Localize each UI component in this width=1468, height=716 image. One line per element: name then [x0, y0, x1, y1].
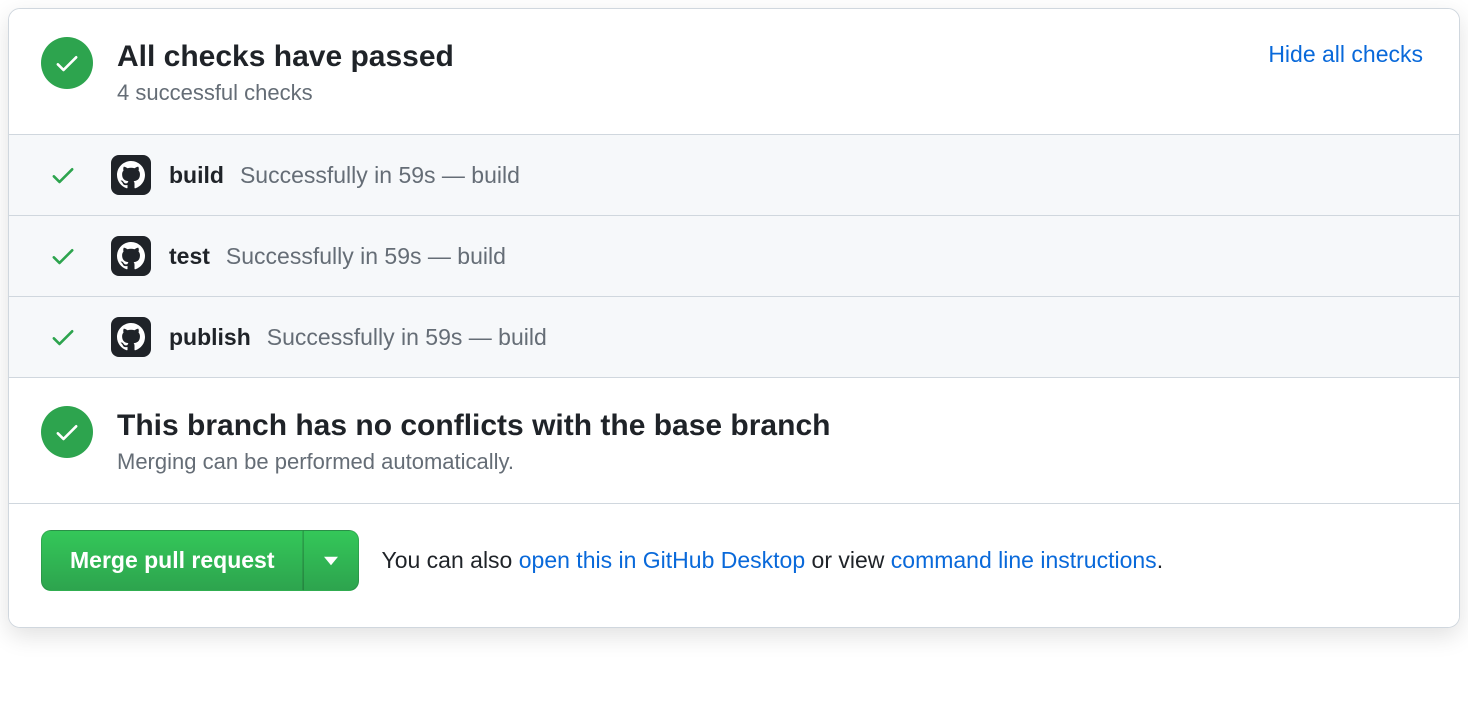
merge-status-subtitle: Merging can be performed automatically. [117, 449, 1423, 475]
check-row[interactable]: build Successfully in 59s — build [9, 135, 1459, 216]
merge-status-text: This branch has no conflicts with the ba… [117, 406, 1423, 475]
checks-header: All checks have passed 4 successful chec… [9, 9, 1459, 134]
merge-options-dropdown[interactable] [303, 530, 359, 591]
merge-pull-request-button[interactable]: Merge pull request [41, 530, 303, 591]
checks-title: All checks have passed [117, 37, 1268, 76]
caret-down-icon [324, 556, 338, 566]
merge-status-header: This branch has no conflicts with the ba… [9, 378, 1459, 504]
merge-footer: Merge pull request You can also open thi… [9, 504, 1459, 627]
github-icon [111, 155, 151, 195]
check-detail: Successfully in 59s — build [240, 162, 520, 189]
check-name: publish [169, 324, 251, 351]
hide-all-checks-link[interactable]: Hide all checks [1268, 41, 1423, 68]
github-icon [111, 236, 151, 276]
check-name: build [169, 162, 224, 189]
open-desktop-link[interactable]: open this in GitHub Desktop [519, 547, 805, 573]
footer-prefix: You can also [381, 547, 518, 573]
merge-footer-text: You can also open this in GitHub Desktop… [381, 547, 1163, 574]
footer-middle: or view [805, 547, 891, 573]
checks-header-text: All checks have passed 4 successful chec… [117, 37, 1268, 106]
check-success-icon [49, 323, 77, 351]
github-icon [111, 317, 151, 357]
merge-status-title: This branch has no conflicts with the ba… [117, 406, 1423, 445]
merge-status-panel: All checks have passed 4 successful chec… [8, 8, 1460, 628]
checks-list: build Successfully in 59s — build test S… [9, 134, 1459, 378]
check-detail: Successfully in 59s — build [267, 324, 547, 351]
cli-instructions-link[interactable]: command line instructions [891, 547, 1157, 573]
check-name: test [169, 243, 210, 270]
check-row[interactable]: test Successfully in 59s — build [9, 216, 1459, 297]
check-row[interactable]: publish Successfully in 59s — build [9, 297, 1459, 378]
check-detail: Successfully in 59s — build [226, 243, 506, 270]
merge-button-group: Merge pull request [41, 530, 359, 591]
check-success-icon [49, 161, 77, 189]
success-icon [41, 406, 93, 458]
footer-suffix: . [1157, 547, 1163, 573]
checks-subtitle: 4 successful checks [117, 80, 1268, 106]
success-icon [41, 37, 93, 89]
check-success-icon [49, 242, 77, 270]
